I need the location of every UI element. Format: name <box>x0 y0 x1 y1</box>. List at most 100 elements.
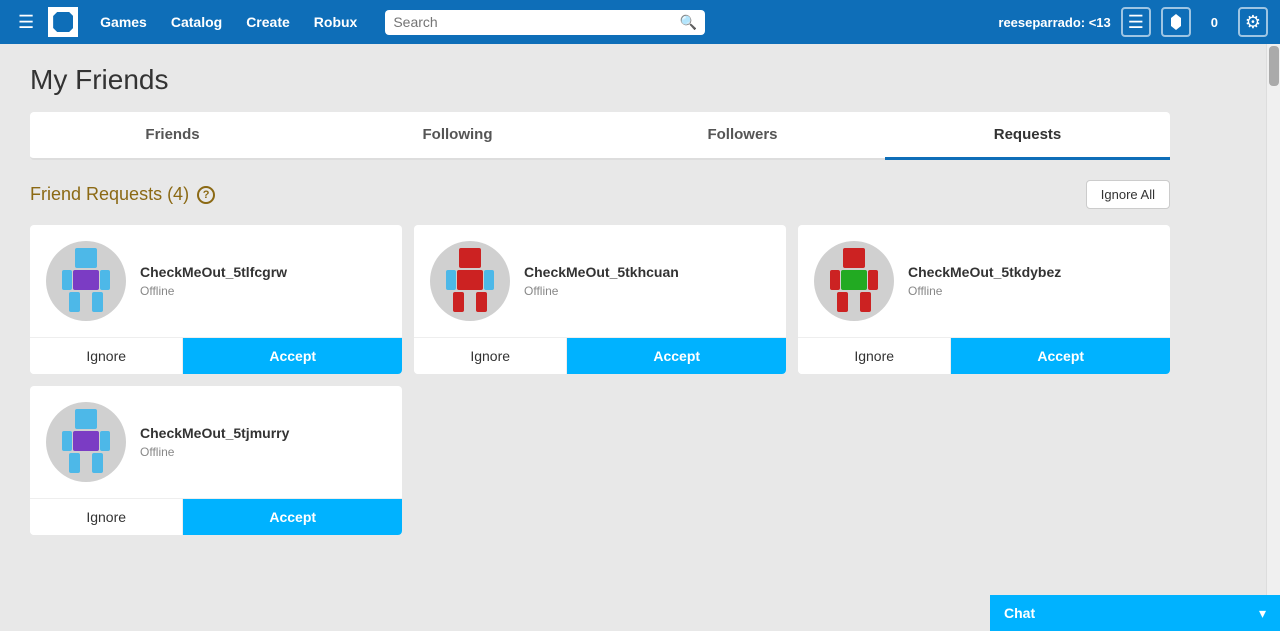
figure-left-arm <box>62 270 72 290</box>
roblox-figure <box>824 246 884 316</box>
figure-right-leg <box>860 292 871 312</box>
search-input[interactable] <box>393 14 674 30</box>
section-title-text: Friend Requests (4) <box>30 184 189 205</box>
card-actions: Ignore Accept <box>30 337 402 374</box>
chat-bar[interactable]: Chat ▾ <box>990 595 1280 631</box>
figure-body <box>457 270 483 290</box>
friend-request-card: CheckMeOut_5tkdybez Offline Ignore Accep… <box>798 225 1170 374</box>
chat-chevron-icon: ▾ <box>1259 605 1266 622</box>
nav-link-robux[interactable]: Robux <box>304 8 368 36</box>
ignore-button[interactable]: Ignore <box>414 338 567 374</box>
card-status: Offline <box>140 445 386 459</box>
figure-right-arm <box>100 270 110 290</box>
card-status: Offline <box>140 284 386 298</box>
figure-body <box>841 270 867 290</box>
ignore-all-button[interactable]: Ignore All <box>1086 180 1170 209</box>
section-header: Friend Requests (4) ? Ignore All <box>30 180 1170 209</box>
figure-head <box>75 248 97 268</box>
ignore-button[interactable]: Ignore <box>798 338 951 374</box>
roblox-figure <box>440 246 500 316</box>
username-display[interactable]: reeseparrado: <13 <box>998 15 1110 30</box>
ignore-button[interactable]: Ignore <box>30 338 183 374</box>
figure-left-leg <box>69 453 80 473</box>
card-username: CheckMeOut_5tkhcuan <box>524 264 770 280</box>
roblox-logo[interactable] <box>48 7 78 37</box>
figure-right-leg <box>92 292 103 312</box>
accept-button[interactable]: Accept <box>183 499 402 535</box>
figure-right-arm <box>868 270 878 290</box>
figure-left-leg <box>453 292 464 312</box>
card-actions: Ignore Accept <box>30 498 402 535</box>
card-info: CheckMeOut_5tkdybez Offline <box>908 264 1154 298</box>
info-icon[interactable]: ? <box>197 186 215 204</box>
robux-icon[interactable] <box>1161 7 1191 37</box>
robux-count[interactable]: 0 <box>1201 9 1228 36</box>
figure-head <box>459 248 481 268</box>
card-body: CheckMeOut_5tjmurry Offline <box>30 386 402 498</box>
scrollbar-thumb[interactable] <box>1269 46 1279 86</box>
card-body: CheckMeOut_5tlfcgrw Offline <box>30 225 402 337</box>
logo-shape <box>53 12 73 32</box>
nav-link-create[interactable]: Create <box>236 8 300 36</box>
avatar <box>430 241 510 321</box>
nav-right: reeseparrado: <13 ☰ 0 ⚙ <box>998 7 1268 37</box>
card-info: CheckMeOut_5tjmurry Offline <box>140 425 386 459</box>
ignore-button[interactable]: Ignore <box>30 499 183 535</box>
scrollbar-track[interactable] <box>1266 44 1280 595</box>
tab-friends[interactable]: Friends <box>30 112 315 160</box>
accept-button[interactable]: Accept <box>567 338 786 374</box>
tab-followers[interactable]: Followers <box>600 112 885 160</box>
tabs-container: Friends Following Followers Requests <box>30 112 1170 160</box>
figure-right-arm <box>484 270 494 290</box>
friend-request-card: CheckMeOut_5tlfcgrw Offline Ignore Accep… <box>30 225 402 374</box>
card-body: CheckMeOut_5tkdybez Offline <box>798 225 1170 337</box>
hamburger-menu-icon[interactable]: ☰ <box>12 8 40 37</box>
figure-left-arm <box>446 270 456 290</box>
figure-right-arm <box>100 431 110 451</box>
roblox-figure <box>56 407 116 477</box>
section-title: Friend Requests (4) ? <box>30 184 215 205</box>
chat-bar-label: Chat <box>1004 605 1035 621</box>
card-username: CheckMeOut_5tjmurry <box>140 425 386 441</box>
figure-right-leg <box>476 292 487 312</box>
figure-left-arm <box>62 431 72 451</box>
friend-request-card: CheckMeOut_5tkhcuan Offline Ignore Accep… <box>414 225 786 374</box>
avatar <box>814 241 894 321</box>
figure-head <box>75 409 97 429</box>
avatar <box>46 241 126 321</box>
card-username: CheckMeOut_5tlfcgrw <box>140 264 386 280</box>
figure-right-leg <box>92 453 103 473</box>
search-icon[interactable]: 🔍 <box>680 14 697 31</box>
figure-left-arm <box>830 270 840 290</box>
nav-links: Games Catalog Create Robux <box>90 8 367 36</box>
friend-request-card: CheckMeOut_5tjmurry Offline Ignore Accep… <box>30 386 402 535</box>
card-actions: Ignore Accept <box>414 337 786 374</box>
accept-button[interactable]: Accept <box>951 338 1170 374</box>
search-bar: 🔍 <box>385 10 705 35</box>
page-title: My Friends <box>30 64 1170 96</box>
main-content: My Friends Friends Following Followers R… <box>0 44 1200 555</box>
figure-body <box>73 431 99 451</box>
accept-button[interactable]: Accept <box>183 338 402 374</box>
figure-body <box>73 270 99 290</box>
figure-left-leg <box>837 292 848 312</box>
figure-left-leg <box>69 292 80 312</box>
card-username: CheckMeOut_5tkdybez <box>908 264 1154 280</box>
friend-requests-grid: CheckMeOut_5tlfcgrw Offline Ignore Accep… <box>30 225 1170 535</box>
settings-icon[interactable]: ⚙ <box>1238 7 1268 37</box>
avatar <box>46 402 126 482</box>
tab-following[interactable]: Following <box>315 112 600 160</box>
card-info: CheckMeOut_5tlfcgrw Offline <box>140 264 386 298</box>
nav-link-games[interactable]: Games <box>90 8 157 36</box>
card-status: Offline <box>908 284 1154 298</box>
card-actions: Ignore Accept <box>798 337 1170 374</box>
card-status: Offline <box>524 284 770 298</box>
card-info: CheckMeOut_5tkhcuan Offline <box>524 264 770 298</box>
figure-head <box>843 248 865 268</box>
tab-requests[interactable]: Requests <box>885 112 1170 160</box>
card-body: CheckMeOut_5tkhcuan Offline <box>414 225 786 337</box>
messages-icon[interactable]: ☰ <box>1121 7 1151 37</box>
navbar: ☰ Games Catalog Create Robux 🔍 reeseparr… <box>0 0 1280 44</box>
nav-link-catalog[interactable]: Catalog <box>161 8 232 36</box>
roblox-figure <box>56 246 116 316</box>
